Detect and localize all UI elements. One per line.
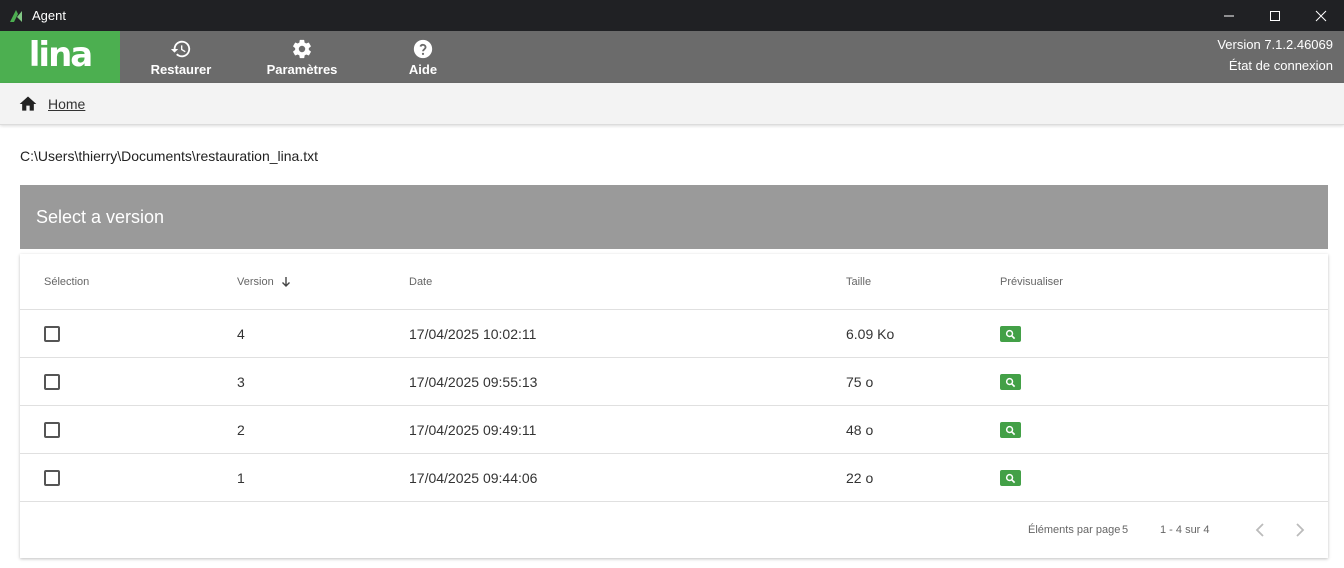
column-header-preview: Prévisualiser xyxy=(1000,276,1063,288)
page-size-select[interactable]: 5 xyxy=(1122,524,1128,536)
chevron-left-icon xyxy=(1255,523,1264,537)
logo-text: lina xyxy=(28,35,93,75)
version-cell: 2 xyxy=(237,422,245,438)
previous-page-button[interactable] xyxy=(1250,520,1270,540)
gear-icon xyxy=(293,39,311,58)
file-path: C:\Users\thierry\Documents\restauration_… xyxy=(20,148,318,164)
date-cell: 17/04/2025 09:55:13 xyxy=(409,374,538,390)
page-range-label: 1 - 4 sur 4 xyxy=(1160,524,1210,536)
history-icon xyxy=(170,40,191,57)
next-page-button[interactable] xyxy=(1290,520,1310,540)
panel-title: Select a version xyxy=(36,206,165,227)
preview-button[interactable] xyxy=(1000,326,1021,342)
size-cell: 75 o xyxy=(846,374,874,390)
close-icon xyxy=(1315,10,1327,21)
column-header-version[interactable]: Version xyxy=(237,254,292,310)
preview-button[interactable] xyxy=(1000,422,1021,438)
maximize-icon xyxy=(1270,10,1280,21)
paginator: Éléments par page 5 1 - 4 sur 4 xyxy=(20,502,1328,558)
date-cell: 17/04/2025 09:49:11 xyxy=(409,422,537,438)
search-icon xyxy=(1005,473,1016,483)
size-cell: 48 o xyxy=(846,422,874,438)
minimize-icon xyxy=(1224,15,1234,16)
table-row: 4 17/04/2025 10:02:11 6.09 Ko xyxy=(20,310,1328,358)
date-cell: 17/04/2025 10:02:11 xyxy=(409,326,537,342)
preview-button[interactable] xyxy=(1000,374,1021,390)
row-select-checkbox[interactable] xyxy=(44,422,60,438)
row-select-checkbox[interactable] xyxy=(44,374,60,390)
size-cell: 22 o xyxy=(846,470,874,486)
close-button[interactable] xyxy=(1298,0,1344,31)
table-row: 3 17/04/2025 09:55:13 75 o xyxy=(20,358,1328,406)
version-label: Version 7.1.2.46069 xyxy=(1217,37,1333,52)
nav-help[interactable]: Aide xyxy=(400,31,446,83)
search-icon xyxy=(1005,377,1016,387)
table-row: 2 17/04/2025 09:49:11 48 o xyxy=(20,406,1328,454)
version-cell: 1 xyxy=(237,470,245,486)
version-cell: 4 xyxy=(237,326,245,342)
row-select-checkbox[interactable] xyxy=(44,470,60,486)
help-icon xyxy=(413,39,433,58)
nav-help-label: Aide xyxy=(408,61,438,77)
nav-restore[interactable]: Restaurer xyxy=(150,31,212,83)
minimize-button[interactable] xyxy=(1206,0,1252,31)
top-navigation: lina Restaurer Paramètres Aide Version 7… xyxy=(0,31,1344,83)
nav-settings[interactable]: Paramètres xyxy=(266,31,338,83)
version-cell: 3 xyxy=(237,374,245,390)
search-icon xyxy=(1005,329,1016,339)
preview-button[interactable] xyxy=(1000,470,1021,486)
column-header-date[interactable]: Date xyxy=(409,254,432,310)
window-controls xyxy=(1206,0,1344,31)
items-per-page-label: Éléments par page xyxy=(1028,524,1121,536)
status-area: Version 7.1.2.46069 État de connexion xyxy=(1217,34,1333,76)
table-row: 1 17/04/2025 09:44:06 22 o xyxy=(20,454,1328,502)
versions-table: Sélection Version Date Taille Prévisuali… xyxy=(20,254,1328,558)
home-icon[interactable] xyxy=(18,94,38,114)
column-header-selection: Sélection xyxy=(44,276,90,288)
panel-header: Select a version xyxy=(20,185,1328,249)
window-titlebar: Agent xyxy=(0,0,1344,31)
search-icon xyxy=(1005,425,1016,435)
column-header-size[interactable]: Taille xyxy=(846,254,871,310)
nav-settings-label: Paramètres xyxy=(266,61,338,77)
table-header: Sélection Version Date Taille Prévisuali… xyxy=(20,254,1328,310)
row-select-checkbox[interactable] xyxy=(44,326,60,342)
breadcrumb: Home xyxy=(0,83,1344,125)
brand-logo[interactable]: lina xyxy=(0,31,120,83)
sort-arrow-down-icon[interactable] xyxy=(280,276,292,288)
connection-status-link[interactable]: État de connexion xyxy=(1217,55,1333,76)
nav-restore-label: Restaurer xyxy=(150,61,212,77)
size-cell: 6.09 Ko xyxy=(846,326,895,342)
chevron-right-icon xyxy=(1296,523,1305,537)
breadcrumb-home-link[interactable]: Home xyxy=(48,96,85,112)
maximize-button[interactable] xyxy=(1252,0,1298,31)
app-logo-icon xyxy=(10,9,22,22)
window-title: Agent xyxy=(32,8,66,23)
date-cell: 17/04/2025 09:44:06 xyxy=(409,470,538,486)
